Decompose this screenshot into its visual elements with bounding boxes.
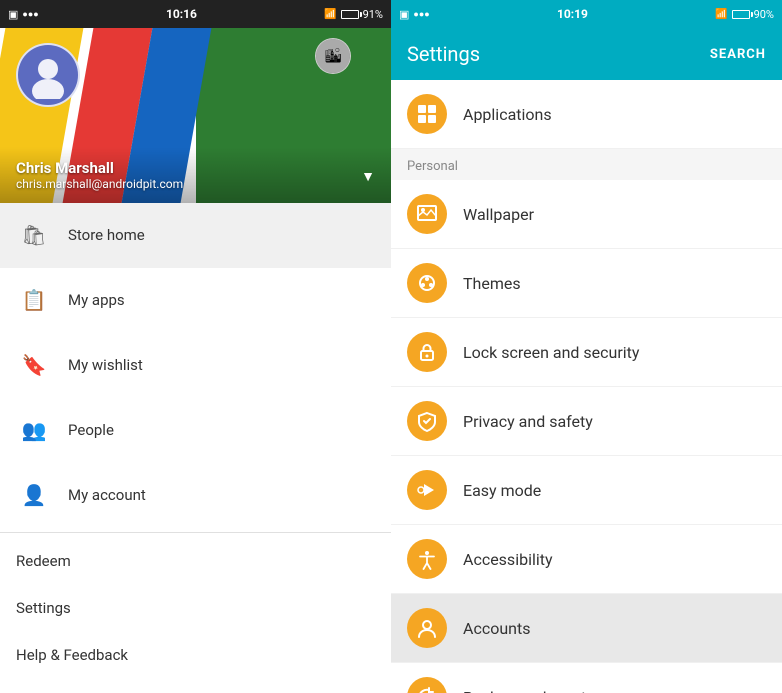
settings-label-accessibility: Accessibility [463, 550, 553, 569]
status-bar-left: ▣ ●●● 10:16 📶 91% [0, 0, 391, 28]
text-item-redeem[interactable]: Redeem [0, 537, 391, 584]
settings-label-privacy-safety: Privacy and safety [463, 412, 593, 431]
nav-item-store-home[interactable]: 🛍 Store home [0, 203, 391, 268]
text-item-help-feedback[interactable]: Help & Feedback [0, 631, 391, 678]
profile-name: Chris Marshall [16, 159, 183, 177]
profile-content: Chris Marshall chris.marshall@androidpit… [0, 147, 391, 203]
text-item-settings[interactable]: Settings [0, 584, 391, 631]
nav-item-my-wishlist[interactable]: 🔖 My wishlist [0, 333, 391, 398]
nav-label-people: People [68, 421, 114, 439]
settings-items-container: Applications Personal Wallpaper Themes L… [391, 80, 782, 693]
settings-icon-wallpaper [407, 194, 447, 234]
settings-label-backup-reset: Backup and reset [463, 688, 586, 693]
signal-indicator-left: ●●● [22, 9, 38, 20]
time-left: 10:16 [166, 7, 197, 21]
settings-label-wallpaper: Wallpaper [463, 205, 534, 224]
text-label-help-feedback: Help & Feedback [16, 646, 128, 664]
right-panel: ▣ ●●● 10:19 📶 90% Settings SEARCH Applic… [391, 0, 782, 693]
settings-item-lock-screen[interactable]: Lock screen and security [391, 318, 782, 387]
search-button[interactable]: SEARCH [710, 47, 766, 62]
small-avatar: 🏙 [315, 38, 351, 74]
profile-header: 🏙 Chris Marshall chris.marshall@androidp… [0, 28, 391, 203]
settings-item-accounts[interactable]: Accounts [391, 594, 782, 663]
profile-info: Chris Marshall chris.marshall@androidpit… [16, 159, 183, 191]
nav-icon-my-wishlist: 🔖 [16, 347, 52, 383]
settings-label-easy-mode: Easy mode [463, 481, 541, 500]
status-left-icons: ▣ ●●● [8, 8, 39, 21]
settings-item-accessibility[interactable]: Accessibility [391, 525, 782, 594]
wifi-icon-left: 📶 [324, 9, 336, 20]
battery-percent-right: 90% [754, 8, 774, 21]
settings-icon-backup-reset [407, 677, 447, 693]
status-bar-right: ▣ ●●● 10:19 📶 90% [391, 0, 782, 28]
settings-item-privacy-safety[interactable]: Privacy and safety [391, 387, 782, 456]
nav-icon-my-account: 👤 [16, 477, 52, 513]
battery-percent-left: 91% [363, 8, 383, 21]
settings-label-accounts: Accounts [463, 619, 530, 638]
battery-right: 90% [732, 8, 774, 21]
nav-label-my-apps: My apps [68, 291, 125, 309]
nav-divider [0, 532, 391, 533]
text-items-container: Redeem Settings Help & Feedback Parent guid… [0, 537, 391, 693]
settings-header: Settings SEARCH [391, 28, 782, 80]
nav-icon-people: 👥 [16, 412, 52, 448]
nav-icon-store-home: 🛍 [16, 217, 52, 253]
settings-label-applications: Applications [463, 105, 552, 124]
section-header-personal: Personal [391, 149, 782, 180]
app-icon-right: ▣ [399, 8, 409, 21]
settings-item-themes[interactable]: Themes [391, 249, 782, 318]
status-right-icons-right: 📶 90% [715, 8, 774, 21]
text-label-settings: Settings [16, 599, 71, 617]
settings-label-lock-screen: Lock screen and security [463, 343, 639, 362]
profile-email: chris.marshall@androidpit.com [16, 177, 183, 191]
nav-icon-my-apps: 📋 [16, 282, 52, 318]
settings-title: Settings [407, 42, 480, 66]
status-left-icons-right: ▣ ●●● [399, 8, 430, 21]
settings-icon-accessibility [407, 539, 447, 579]
settings-icon-applications [407, 94, 447, 134]
text-label-redeem: Redeem [16, 552, 71, 570]
settings-icon-privacy-safety [407, 401, 447, 441]
nav-item-my-apps[interactable]: 📋 My apps [0, 268, 391, 333]
signal-indicator-right: ●●● [413, 9, 429, 20]
settings-list: Applications Personal Wallpaper Themes L… [391, 80, 782, 693]
settings-icon-easy-mode [407, 470, 447, 510]
settings-icon-accounts [407, 608, 447, 648]
nav-item-people[interactable]: 👥 People [0, 398, 391, 463]
settings-item-backup-reset[interactable]: Backup and reset [391, 663, 782, 693]
nav-items-container: 🛍 Store home 📋 My apps 🔖 My wishlist 👥 P… [0, 203, 391, 528]
wifi-icon-right: 📶 [715, 9, 727, 20]
settings-label-themes: Themes [463, 274, 521, 293]
text-item-parent-guide[interactable]: Parent guide [0, 678, 391, 693]
app-icon-left: ▣ [8, 8, 18, 21]
time-right: 10:19 [557, 7, 588, 21]
settings-item-easy-mode[interactable]: Easy mode [391, 456, 782, 525]
nav-item-my-account[interactable]: 👤 My account [0, 463, 391, 528]
nav-label-store-home: Store home [68, 226, 145, 244]
left-panel: ▣ ●●● 10:16 📶 91% 🏙 [0, 0, 391, 693]
status-right-icons-left: 📶 91% [324, 8, 383, 21]
settings-icon-themes [407, 263, 447, 303]
settings-item-wallpaper[interactable]: Wallpaper [391, 180, 782, 249]
settings-item-applications[interactable]: Applications [391, 80, 782, 149]
nav-label-my-wishlist: My wishlist [68, 356, 143, 374]
avatar [16, 43, 80, 107]
nav-label-my-account: My account [68, 486, 146, 504]
settings-icon-lock-screen [407, 332, 447, 372]
dropdown-arrow-icon[interactable]: ▼ [361, 168, 375, 185]
battery-left: 91% [341, 8, 383, 21]
nav-menu: 🛍 Store home 📋 My apps 🔖 My wishlist 👥 P… [0, 203, 391, 693]
